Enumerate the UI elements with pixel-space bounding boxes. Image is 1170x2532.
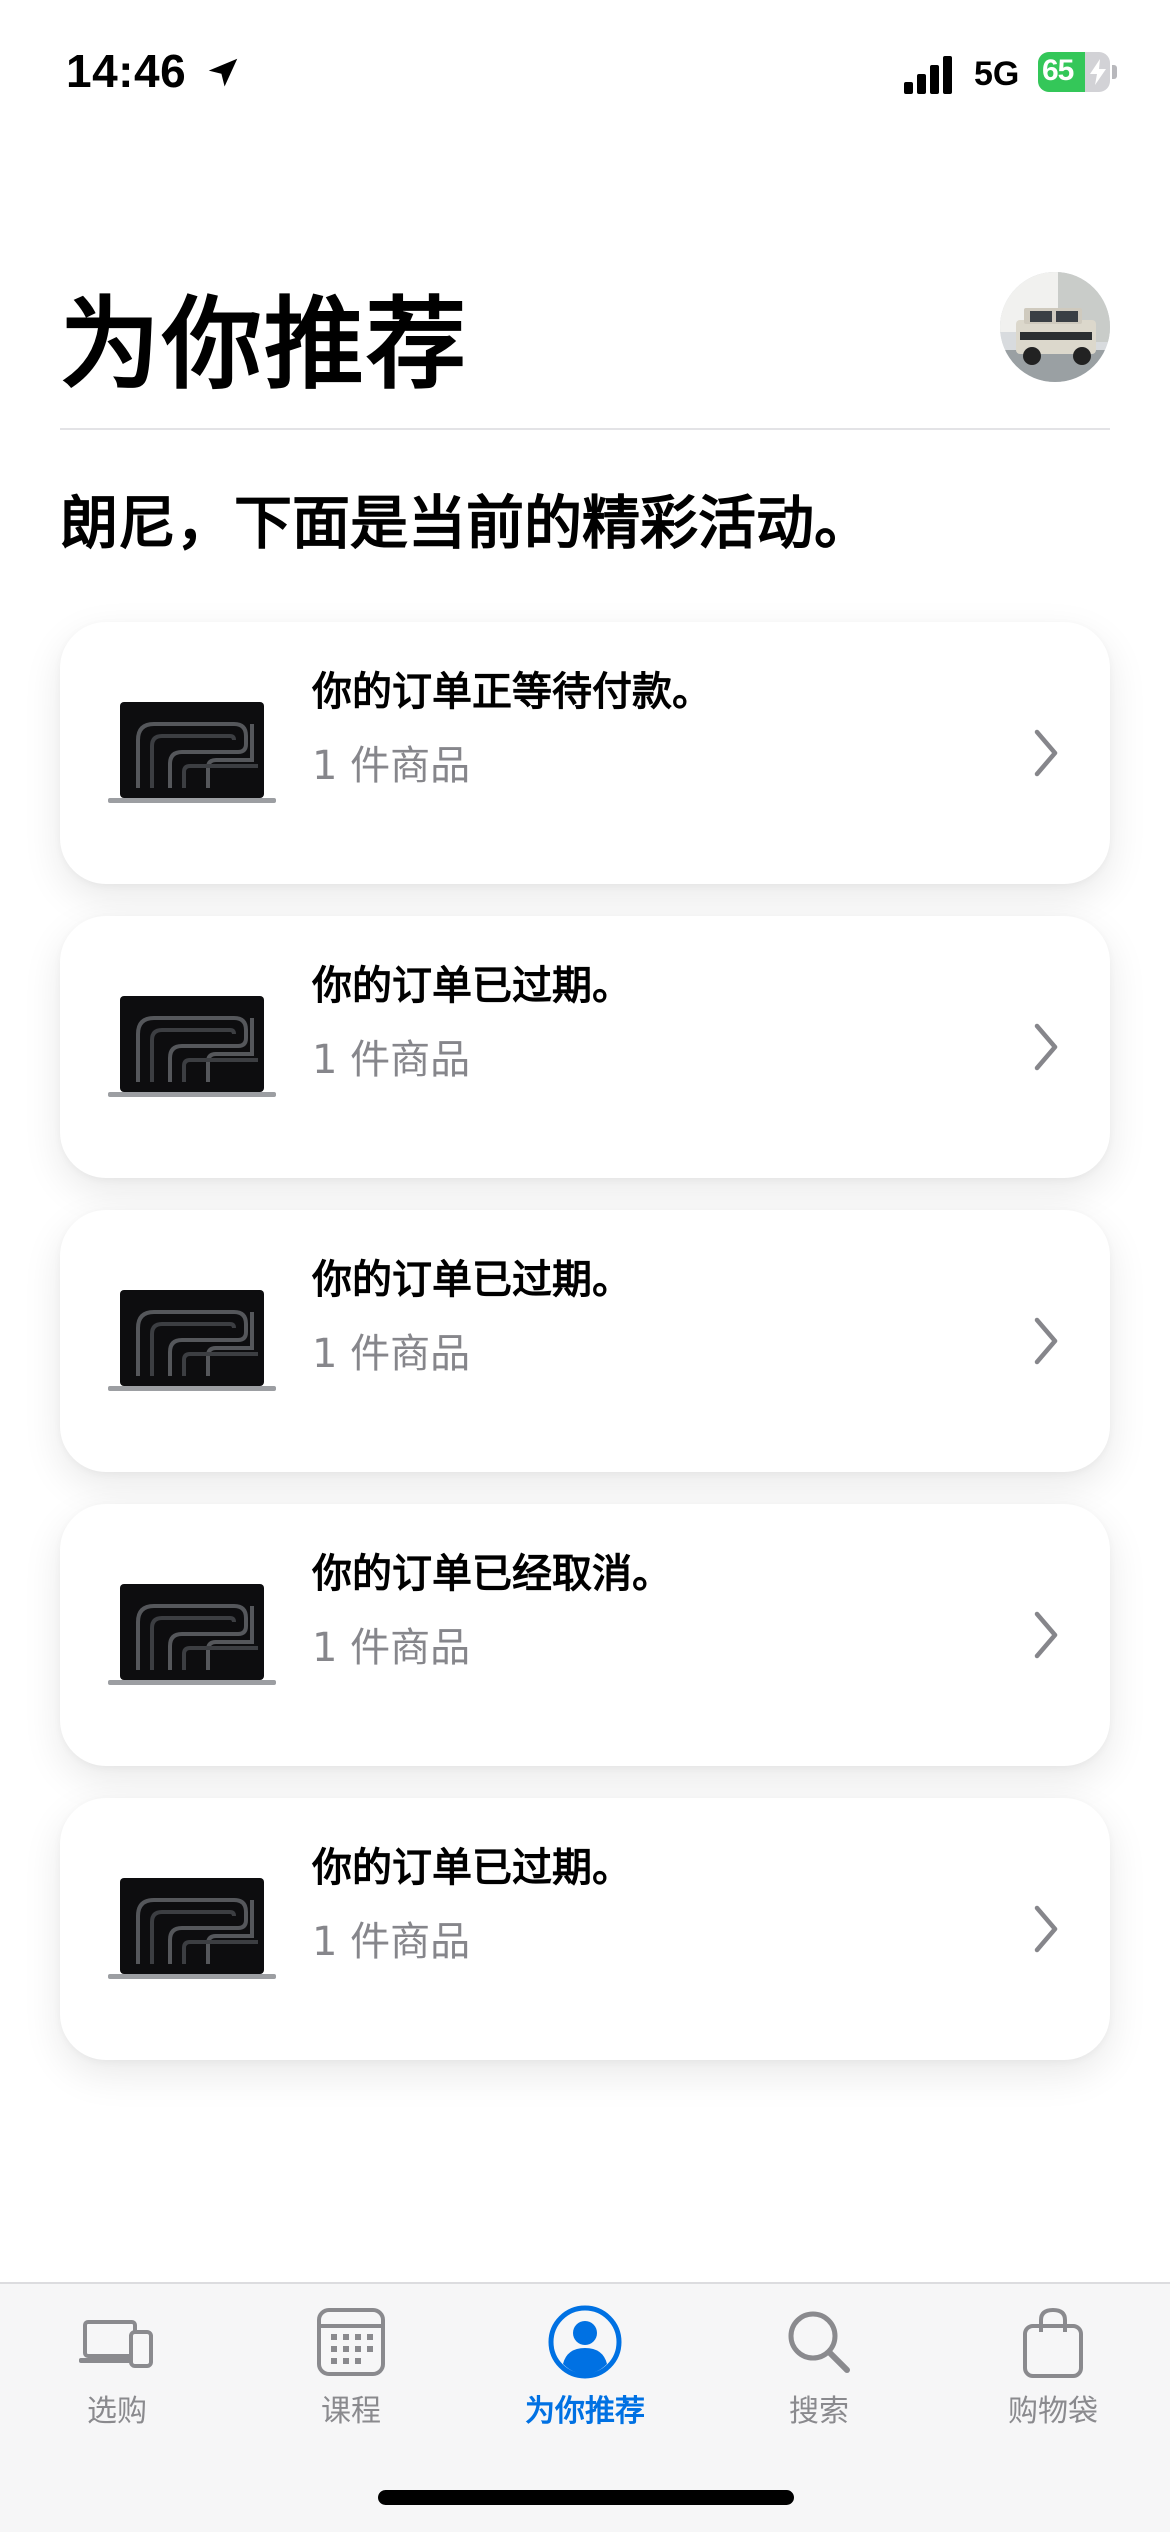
order-card[interactable]: 你的订单已经取消。 1 件商品 — [60, 1504, 1110, 1766]
chevron-right-icon — [1034, 1317, 1058, 1365]
order-item-count: 1 件商品 — [312, 1919, 471, 1965]
tab-label: 购物袋 — [1008, 2394, 1098, 2429]
macbook-product-image — [108, 1878, 276, 1979]
network-type: 5G — [974, 55, 1020, 93]
order-item-count: 1 件商品 — [312, 743, 471, 789]
person-icon — [548, 2305, 622, 2379]
devices-icon — [79, 2320, 153, 2368]
order-status-text: 你的订单已过期。 — [312, 1845, 632, 1891]
tab-label: 选购 — [87, 2394, 147, 2429]
chevron-right-icon — [1034, 1905, 1058, 1953]
order-card[interactable]: 你的订单正等待付款。 1 件商品 — [60, 622, 1110, 884]
chevron-right-icon — [1034, 1023, 1058, 1071]
status-time: 14:46 — [66, 45, 187, 97]
page-title: 为你推荐 — [60, 286, 468, 403]
charging-bolt-icon — [1090, 59, 1106, 85]
battery-body: 65 — [1038, 52, 1110, 92]
calendar-icon — [317, 2308, 385, 2376]
greeting-heading: 朗尼，下面是当前的精彩活动。 — [60, 489, 873, 557]
tab-sessions[interactable]: 课程 — [234, 2284, 468, 2454]
tab-shop[interactable]: 选购 — [0, 2284, 234, 2454]
macbook-product-image — [108, 1290, 276, 1391]
macbook-product-image — [108, 1584, 276, 1685]
profile-photo-avatar — [1000, 272, 1110, 382]
avatar[interactable] — [1000, 272, 1110, 382]
home-indicator[interactable] — [378, 2490, 794, 2505]
chevron-right-icon — [1034, 1611, 1058, 1659]
tab-bag[interactable]: 购物袋 — [936, 2284, 1170, 2454]
status-bar: 14:46 5G 65 — [0, 0, 1170, 150]
tab-label: 搜索 — [789, 2394, 849, 2429]
location-arrow-icon — [208, 58, 238, 87]
search-icon — [788, 2311, 850, 2373]
battery-percent: 65 — [1042, 54, 1074, 87]
battery-cap — [1112, 65, 1117, 79]
order-item-count: 1 件商品 — [312, 1037, 471, 1083]
screen: 14:46 5G 65 为你推荐 朗尼，下面是当前的精彩活动。 你的订单正等待付… — [0, 0, 1170, 2532]
order-status-text: 你的订单已经取消。 — [312, 1551, 672, 1597]
bag-icon — [1023, 2307, 1083, 2378]
battery-indicator: 65 — [1038, 52, 1118, 92]
tab-label: 课程 — [321, 2394, 381, 2429]
order-item-count: 1 件商品 — [312, 1331, 471, 1377]
order-item-count: 1 件商品 — [312, 1625, 471, 1671]
tab-for-you[interactable]: 为你推荐 — [468, 2284, 702, 2454]
order-card[interactable]: 你的订单已过期。 1 件商品 — [60, 1210, 1110, 1472]
chevron-right-icon — [1034, 729, 1058, 777]
order-card[interactable]: 你的订单已过期。 1 件商品 — [60, 916, 1110, 1178]
header-divider — [60, 428, 1110, 430]
macbook-product-image — [108, 996, 276, 1097]
tab-search[interactable]: 搜索 — [702, 2284, 936, 2454]
macbook-product-image — [108, 702, 276, 803]
order-card[interactable]: 你的订单已过期。 1 件商品 — [60, 1798, 1110, 2060]
order-status-text: 你的订单已过期。 — [312, 963, 632, 1009]
order-status-text: 你的订单已过期。 — [312, 1257, 632, 1303]
cellular-signal-icon — [904, 56, 952, 94]
order-status-text: 你的订单正等待付款。 — [312, 669, 712, 715]
tab-label: 为你推荐 — [525, 2394, 645, 2429]
